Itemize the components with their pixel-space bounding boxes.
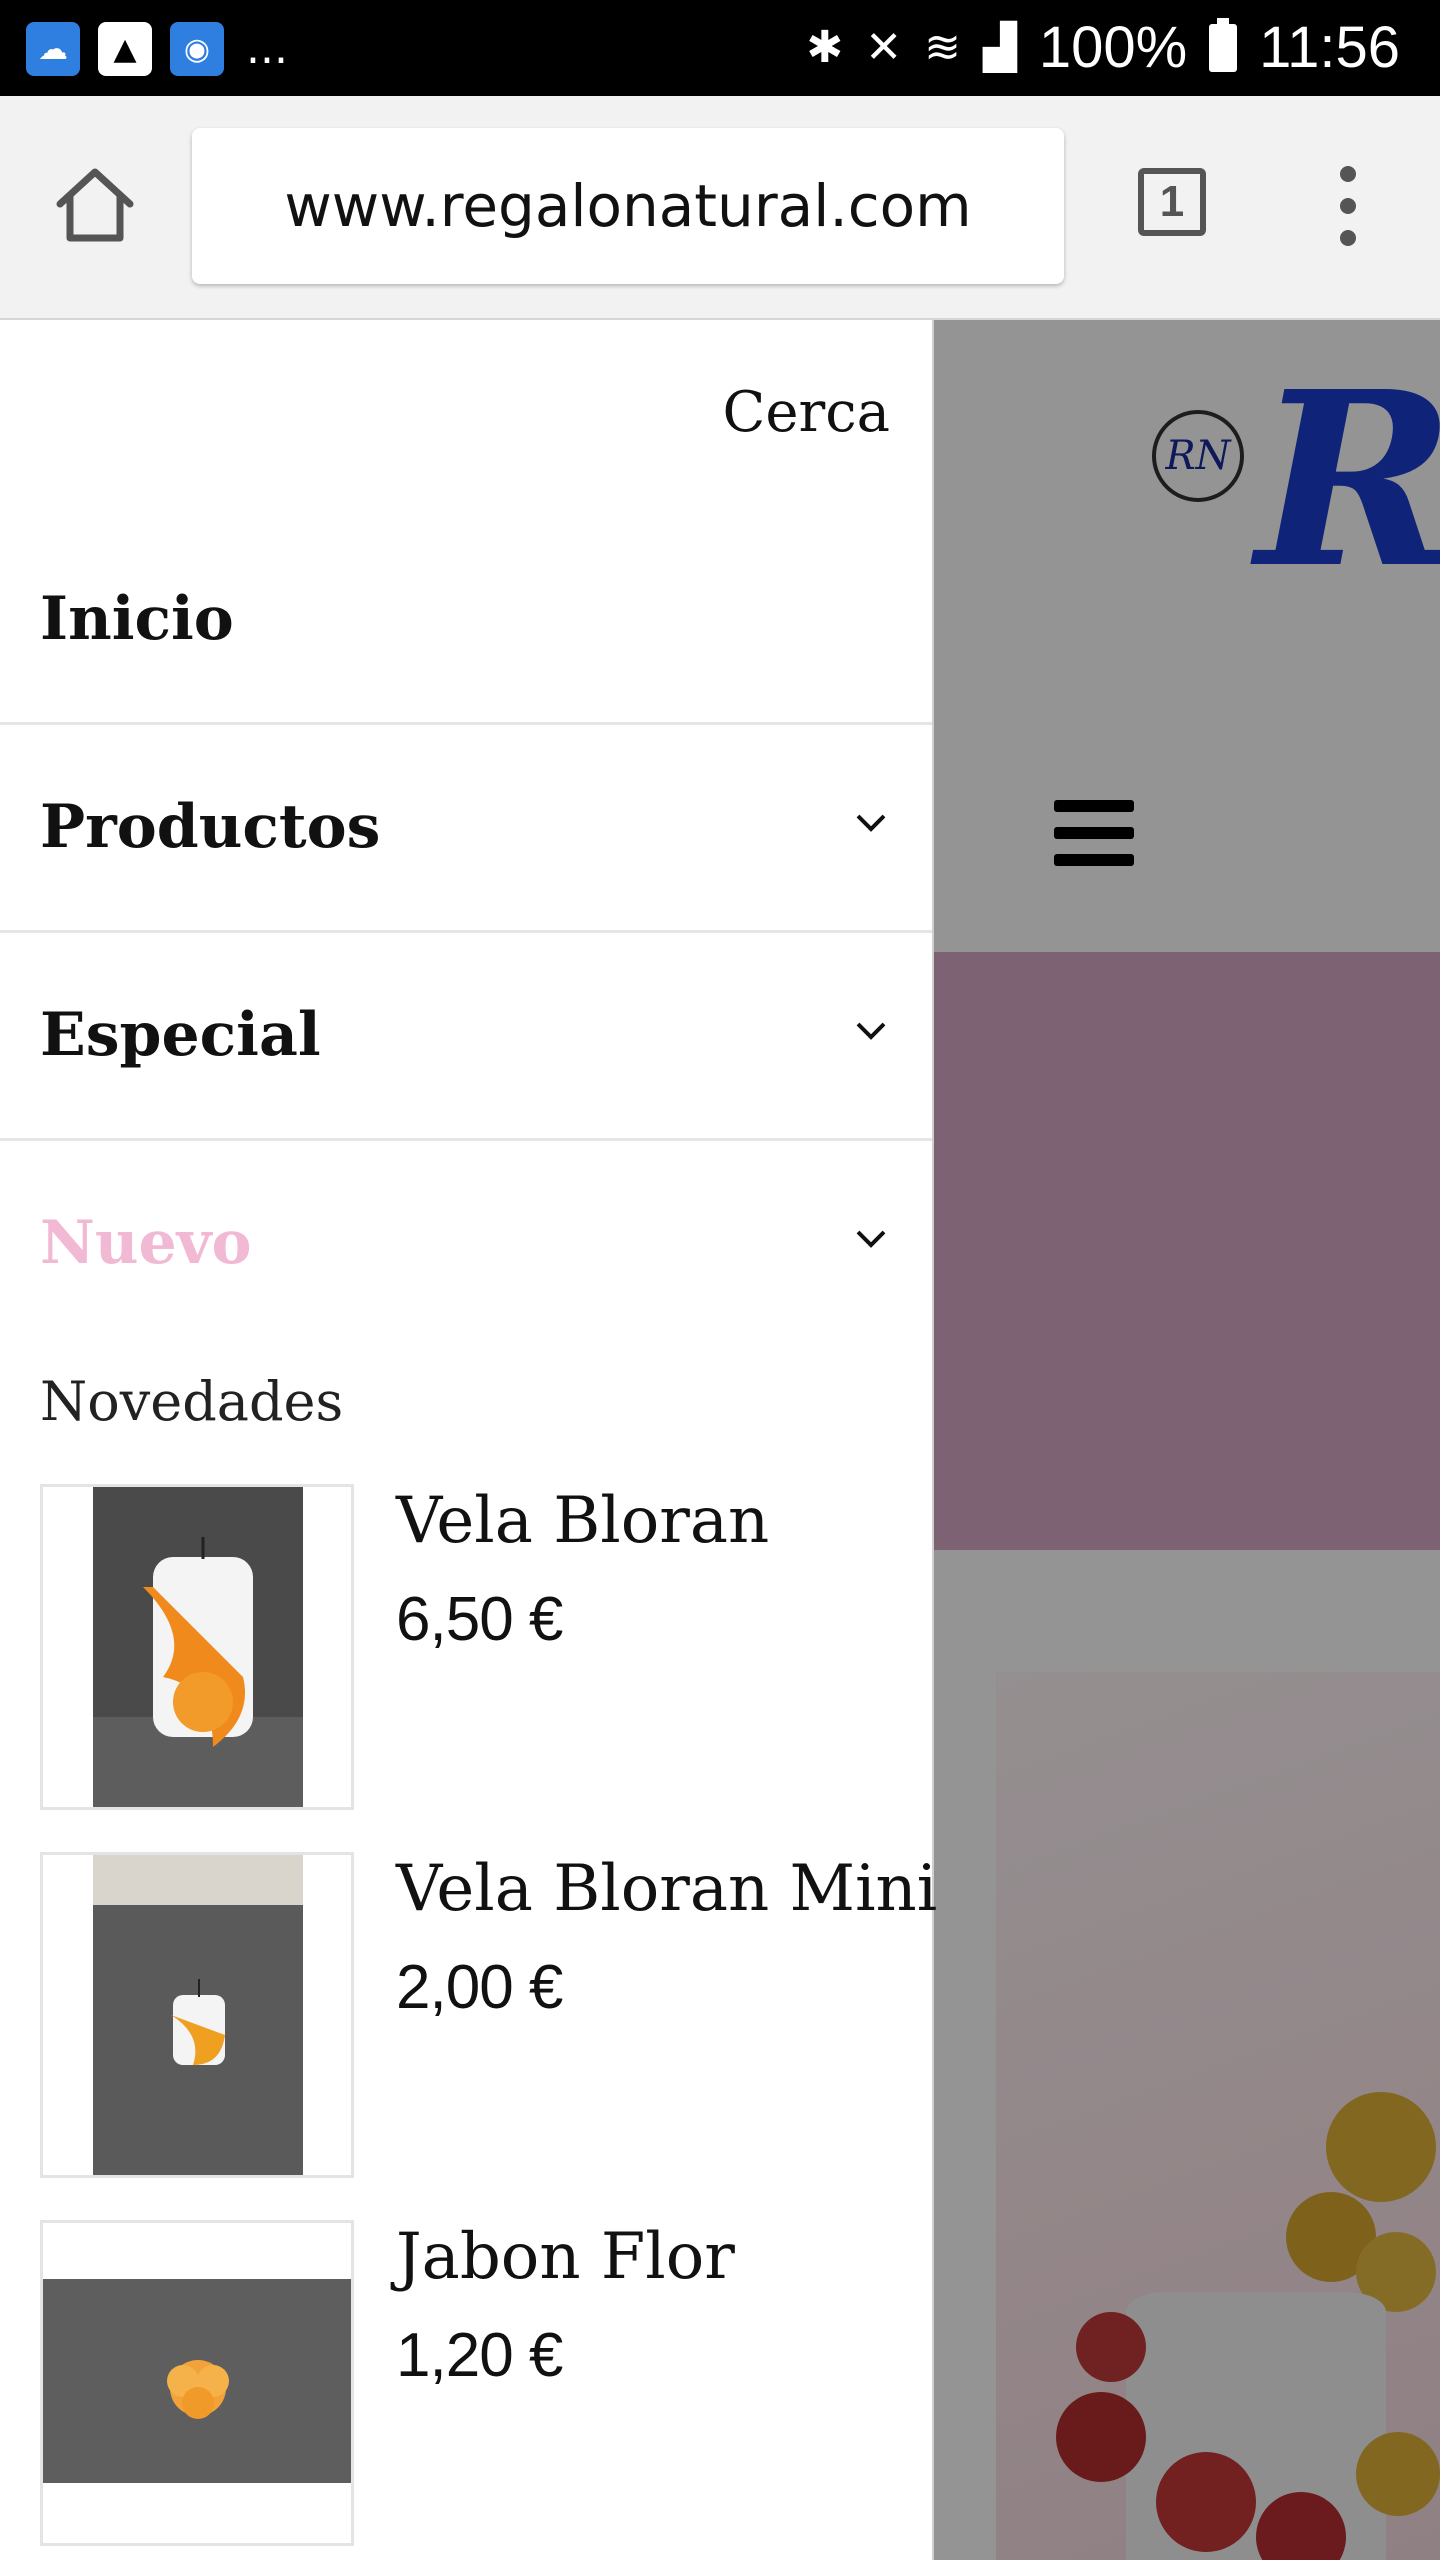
status-bar: ☁ ▲ ◉ ... ✱ ✕ ≋ ▟ 100% 11:56 bbox=[0, 0, 1440, 96]
nav-item-label: Especial bbox=[40, 1000, 321, 1070]
wifi-icon: ≋ bbox=[924, 23, 961, 72]
browser-toolbar: www.regalonatural.com 1 bbox=[0, 96, 1440, 320]
chevron-down-icon[interactable] bbox=[854, 805, 888, 839]
side-drawer: Cerca Inicio Productos Especial Nuevo No… bbox=[0, 320, 937, 2560]
menu-icon[interactable] bbox=[1328, 166, 1368, 246]
clock: 11:56 bbox=[1259, 15, 1400, 80]
product-name[interactable]: Jabon Flor bbox=[396, 2220, 735, 2294]
tab-count: 1 bbox=[1159, 177, 1185, 226]
wifi-notification-icon: ◉ bbox=[170, 22, 224, 76]
more-notifications: ... bbox=[246, 23, 288, 74]
nav-item-label: Inicio bbox=[40, 584, 234, 654]
app-notification-icon: ☁ bbox=[26, 22, 80, 76]
nav-item-nuevo[interactable]: Nuevo bbox=[0, 1140, 932, 1346]
section-title: Novedades bbox=[40, 1370, 344, 1433]
product-thumbnail[interactable] bbox=[40, 1852, 354, 2178]
nav-item-especial[interactable]: Especial bbox=[0, 932, 932, 1141]
nav-item-label: Nuevo bbox=[40, 1208, 252, 1278]
product-item[interactable]: Vela Bloran 6,50 € bbox=[40, 1484, 920, 1814]
product-price: 1,20 € bbox=[396, 2321, 563, 2390]
product-price: 6,50 € bbox=[396, 1585, 563, 1654]
product-thumbnail[interactable] bbox=[40, 2220, 354, 2546]
nav-item-productos[interactable]: Productos bbox=[0, 724, 932, 933]
product-thumbnail[interactable] bbox=[40, 1484, 354, 1810]
product-name[interactable]: Vela Bloran Mini bbox=[396, 1852, 937, 1926]
home-icon[interactable] bbox=[52, 162, 138, 248]
battery-percent: 100% bbox=[1038, 15, 1188, 80]
close-drawer-button[interactable]: Cerca bbox=[722, 380, 890, 445]
gallery-notification-icon: ▲ bbox=[98, 22, 152, 76]
nav-item-inicio[interactable]: Inicio bbox=[0, 516, 932, 725]
chevron-down-icon[interactable] bbox=[854, 1013, 888, 1047]
tabs-icon[interactable]: 1 bbox=[1138, 168, 1206, 236]
product-item[interactable]: Vela Bloran Mini 2,00 € bbox=[40, 1852, 937, 2182]
bluetooth-icon: ✱ bbox=[806, 23, 844, 72]
signal-icon: ▟ bbox=[982, 23, 1017, 72]
product-name[interactable]: Vela Bloran bbox=[396, 1484, 769, 1558]
mute-icon: ✕ bbox=[865, 23, 903, 72]
drawer-scrim[interactable] bbox=[934, 320, 1440, 2560]
product-item[interactable]: Jabon Flor 1,20 € bbox=[40, 2220, 920, 2550]
nav-item-label: Productos bbox=[40, 792, 381, 862]
product-price: 2,00 € bbox=[396, 1953, 563, 2022]
battery-icon bbox=[1209, 17, 1238, 72]
chevron-down-icon[interactable] bbox=[854, 1221, 888, 1255]
address-bar[interactable]: www.regalonatural.com bbox=[192, 128, 1064, 284]
